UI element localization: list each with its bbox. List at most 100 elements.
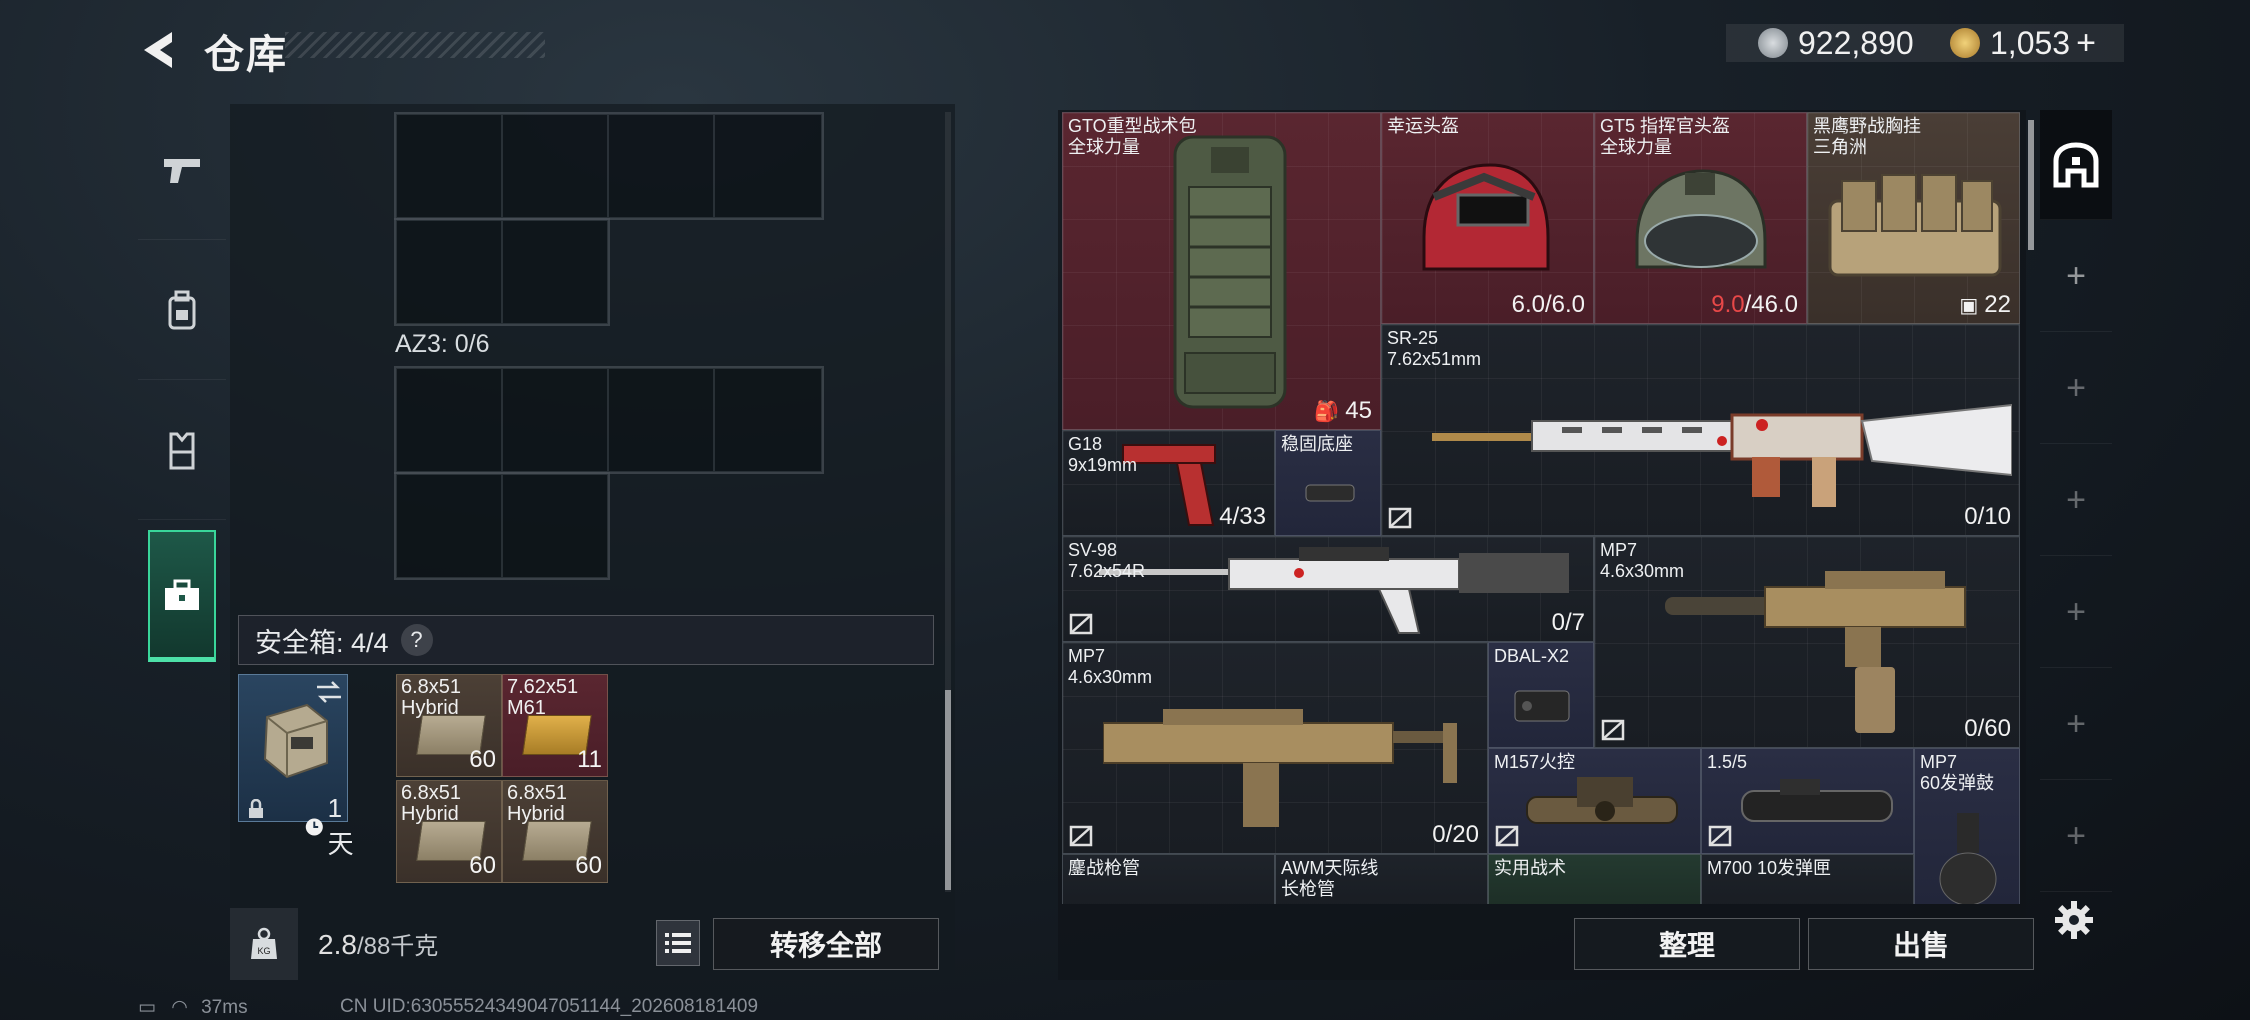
item-name: GT5 指挥官头盔 全球力量 — [1600, 116, 1731, 157]
sort-button[interactable]: 整理 — [1574, 918, 1800, 970]
item-ammo-count: 4/33 — [1219, 503, 1266, 530]
item-mp7-drum[interactable]: MP7 60发弹鼓 — [1914, 748, 2020, 904]
ammo-count: 60 — [469, 746, 496, 773]
grid-cell[interactable] — [502, 114, 608, 218]
nav-tab-backpack[interactable] — [138, 240, 226, 380]
stash-page-1[interactable] — [2040, 110, 2112, 220]
grid-cell[interactable] — [396, 114, 502, 218]
scope-image — [1741, 779, 1893, 822]
help-button[interactable]: ? — [400, 624, 433, 656]
item-tactical[interactable]: 实用战术 — [1488, 854, 1701, 904]
ammo-slot[interactable]: 6.8x51 Hybrid 60 — [396, 780, 502, 883]
settings-gear-icon[interactable] — [2054, 900, 2094, 945]
back-arrow-icon[interactable] — [138, 28, 182, 72]
nav-tab-weapons[interactable] — [138, 100, 226, 240]
page-title: 仓库 — [204, 33, 288, 77]
grid-cell[interactable] — [714, 114, 822, 218]
silver-currency: 922,890 — [1758, 24, 1914, 62]
item-name: AWM天际线 长枪管 — [1281, 858, 1379, 899]
item-lucky-helmet[interactable]: 幸运头盔 6.0/6.0 — [1381, 112, 1594, 324]
ammo-slot[interactable]: 7.62x51 M61 11 — [502, 674, 608, 777]
item-barrel[interactable]: 鏖战枪管 — [1062, 854, 1275, 904]
ammo-slot[interactable]: 6.8x51 Hybrid 60 — [396, 674, 502, 777]
add-stash-page-button[interactable]: + — [2040, 222, 2112, 332]
backpack-icon — [168, 290, 196, 329]
left-scrollbar-thumb[interactable] — [945, 690, 951, 890]
grid-cell[interactable] — [396, 220, 502, 324]
item-m157-fire-control[interactable]: M157火控 — [1488, 748, 1701, 854]
gold-coin-icon — [1950, 28, 1980, 58]
grid-cell[interactable] — [714, 368, 822, 472]
list-icon — [665, 933, 691, 953]
safe-case-icon — [263, 703, 328, 779]
item-name: 幸运头盔 — [1387, 116, 1459, 136]
gold-amount: 1,053 — [1990, 24, 2071, 61]
grid-cell[interactable] — [608, 368, 714, 472]
chest-rig-image — [1828, 174, 2002, 277]
item-durability: 6.0/6.0 — [1511, 291, 1585, 318]
grid-cell[interactable] — [502, 474, 608, 578]
item-gt5-helmet[interactable]: GT5 指挥官头盔 全球力量 9.0/46.0 — [1594, 112, 1807, 324]
item-dbal-x2[interactable]: DBAL-X2 — [1488, 642, 1594, 748]
ammo-name: 6.8x51 Hybrid — [401, 782, 462, 825]
locked-stash-page[interactable]: + — [2040, 782, 2112, 892]
drum-mag-image — [1939, 813, 1997, 904]
grid-cell[interactable] — [396, 368, 502, 472]
container-grid-az3 — [394, 366, 824, 580]
wifi-icon: ◠ — [171, 997, 188, 1018]
weight-lock-button[interactable]: KG — [230, 908, 298, 980]
item-sv98-rifle[interactable]: SV-98 7.62x54R 0/7 — [1062, 536, 1594, 642]
item-g18-pistol[interactable]: G18 9x19mm 4/33 — [1062, 430, 1275, 536]
grid-cell[interactable] — [608, 114, 714, 218]
item-capacity: 🎒 45 — [1314, 397, 1372, 424]
grid-cell[interactable] — [396, 474, 502, 578]
locked-stash-page[interactable]: + — [2040, 446, 2112, 556]
safe-box-label: 安全箱: 4/4 — [255, 627, 389, 658]
swap-icon[interactable] — [315, 681, 343, 703]
item-eagle-chest-rig[interactable]: 黑鹰野战胸挂 三角洲 ▣ 22 — [1807, 112, 2020, 324]
nav-tab-container[interactable] — [148, 530, 216, 662]
item-m700-mag[interactable]: M700 10发弹匣 — [1701, 854, 1914, 904]
ammo-count: 11 — [577, 746, 602, 773]
player-uid: CN UID:63055524349047051144_202608181409 — [340, 996, 759, 1017]
item-awm-barrel[interactable]: AWM天际线 长枪管 — [1275, 854, 1488, 904]
svg-text:KG: KG — [257, 946, 270, 956]
item-scope[interactable]: 1.5/5 — [1701, 748, 1914, 854]
az3-capacity-label: AZ3: 0/6 — [395, 330, 490, 358]
locked-stash-page[interactable]: + — [2040, 558, 2112, 668]
grid-cell[interactable] — [502, 220, 608, 324]
smg-image — [1103, 709, 1457, 827]
safe-box-slot[interactable]: 1天 — [238, 674, 354, 859]
locked-stash-page[interactable]: + — [2040, 334, 2112, 444]
item-name: MP7 4.6x30mm — [1600, 540, 1685, 581]
list-view-button[interactable] — [656, 920, 700, 966]
ammo-name: 7.62x51 M61 — [507, 676, 579, 719]
stash-scrollbar[interactable] — [2028, 120, 2034, 250]
item-gto-backpack[interactable]: GTO重型战术包 全球力量 🎒 45 — [1062, 112, 1381, 430]
item-mp7-smg[interactable]: MP7 4.6x30mm 0/60 — [1594, 536, 2020, 748]
item-name: 黑鹰野战胸挂 三角洲 — [1813, 116, 1921, 157]
locked-stash-page[interactable]: + — [2040, 670, 2112, 780]
add-gold-button[interactable]: + — [2076, 24, 2096, 63]
gold-currency[interactable]: 1,053 + — [1950, 24, 2096, 62]
safe-box-grid: 6.8x51 Hybrid 60 7.62x51 M61 11 6.8x51 H… — [396, 674, 610, 888]
item-name: 实用战术 — [1494, 858, 1566, 878]
nav-tab-vest[interactable] — [138, 380, 226, 520]
grid-cell[interactable] — [502, 368, 608, 472]
item-ammo-count: 0/10 — [1964, 503, 2011, 530]
weight-capacity: /88千克 — [356, 933, 439, 960]
item-stable-base[interactable]: 稳固底座 — [1275, 430, 1381, 536]
item-sr25-rifle[interactable]: SR-25 7.62x51mm 0/10 — [1381, 324, 2020, 536]
sell-button[interactable]: 出售 — [1808, 918, 2034, 970]
item-mp7-smg[interactable]: MP7 4.6x30mm 0/20 — [1062, 642, 1488, 854]
item-name: GTO重型战术包 全球力量 — [1068, 116, 1197, 157]
ammo-slot[interactable]: 6.8x51 Hybrid 60 — [502, 780, 608, 883]
weight-icon: KG — [251, 927, 277, 959]
transfer-all-button[interactable]: 转移全部 — [713, 918, 939, 970]
item-name: SR-25 7.62x51mm — [1387, 328, 1482, 369]
laser-image — [1514, 690, 1570, 722]
helmet-image — [1422, 163, 1550, 271]
item-name: G18 9x19mm — [1068, 434, 1138, 475]
silver-amount: 922,890 — [1798, 24, 1914, 61]
item-name: MP7 60发弹鼓 — [1920, 752, 1995, 793]
